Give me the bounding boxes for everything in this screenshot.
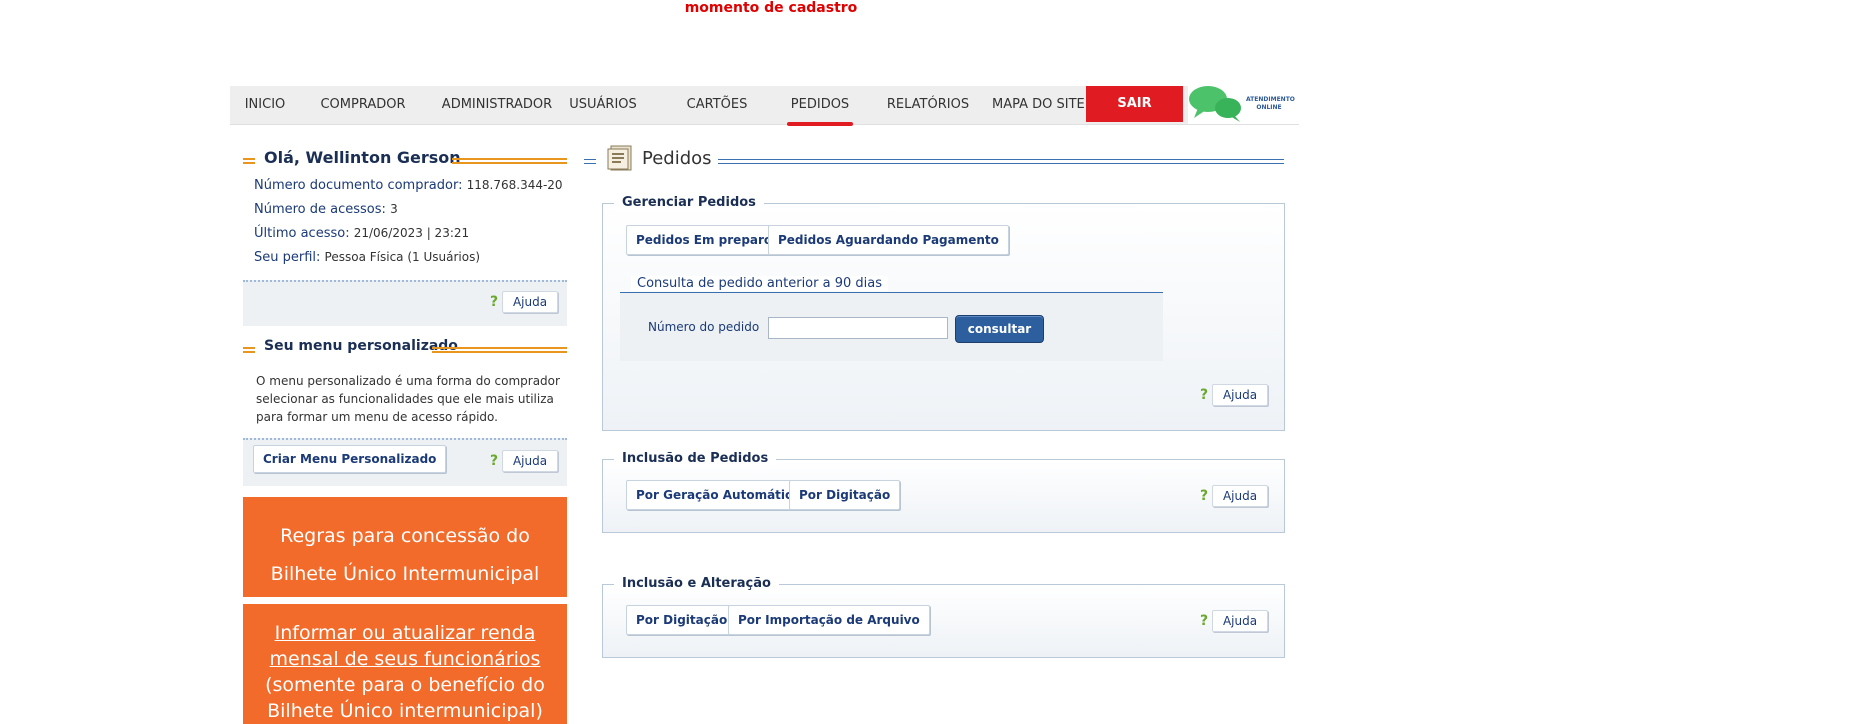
income-link-line2[interactable]: mensal de seus funcionários bbox=[243, 646, 567, 672]
manage-orders-legend: Gerenciar Pedidos bbox=[614, 195, 764, 210]
help-icon: ? bbox=[1200, 488, 1209, 504]
heading-decor bbox=[432, 347, 567, 353]
access-count-label: Número de acessos: bbox=[254, 202, 386, 217]
order-number-input[interactable] bbox=[768, 317, 948, 339]
typing-inclusion-button[interactable]: Por Digitação bbox=[789, 480, 901, 510]
heading-decor bbox=[243, 347, 255, 353]
logout-button[interactable]: SAIR bbox=[1086, 86, 1183, 122]
last-access-label: Último acesso: bbox=[254, 226, 350, 241]
nav-usuarios[interactable]: USUÁRIOS bbox=[563, 86, 643, 124]
nav-relatorios[interactable]: RELATÓRIOS bbox=[886, 86, 970, 124]
profile-label: Seu perfil: bbox=[254, 250, 321, 265]
access-count-value: 3 bbox=[390, 202, 398, 216]
income-note-line1: (somente para o benefício do bbox=[265, 674, 545, 696]
page-title: Pedidos bbox=[642, 148, 712, 169]
income-banner: Informar ou atualizar renda mensal de se… bbox=[243, 604, 567, 724]
rules-banner[interactable]: Regras para concessão do Bilhete Único I… bbox=[243, 497, 567, 597]
last-access-row: Último acesso: 21/06/2023 | 23:21 bbox=[254, 226, 469, 241]
doc-number-label: Número documento comprador: bbox=[254, 178, 463, 193]
nav-administrador[interactable]: ADMINISTRADOR bbox=[439, 86, 555, 124]
chat-bubbles-icon bbox=[1189, 86, 1241, 122]
file-import-button[interactable]: Por Importação de Arquivo bbox=[728, 605, 930, 635]
order-lookup-rule bbox=[620, 292, 1163, 293]
heading-decor bbox=[243, 158, 255, 164]
order-lookup-legend: Consulta de pedido anterior a 90 dias bbox=[631, 276, 888, 291]
heading-decor bbox=[718, 159, 1284, 164]
orders-icon bbox=[606, 143, 636, 175]
help-icon: ? bbox=[490, 453, 499, 469]
help-label: Ajuda bbox=[1212, 384, 1268, 406]
income-note-line2: Bilhete Único intermunicipal) bbox=[267, 700, 543, 722]
nav-pedidos[interactable]: PEDIDOS bbox=[785, 86, 855, 126]
online-support-label: ATENDIMENTO ONLINE bbox=[1246, 96, 1295, 111]
order-number-label: Número do pedido bbox=[648, 320, 760, 334]
rules-banner-line2: Bilhete Único Intermunicipal bbox=[270, 563, 540, 585]
online-support-button[interactable]: ATENDIMENTO ONLINE bbox=[1188, 84, 1299, 124]
nav-comprador[interactable]: COMPRADOR bbox=[317, 86, 409, 124]
doc-number-row: Número documento comprador: 118.768.344-… bbox=[254, 178, 563, 193]
orders-in-preparation-button[interactable]: Pedidos Em preparo bbox=[626, 225, 783, 255]
typing-alteration-button[interactable]: Por Digitação bbox=[626, 605, 738, 635]
help-icon: ? bbox=[1200, 387, 1209, 403]
income-link-line1[interactable]: Informar ou atualizar renda bbox=[243, 620, 567, 646]
custom-menu-title: Seu menu personalizado bbox=[264, 338, 458, 354]
access-count-row: Número de acessos: 3 bbox=[254, 202, 398, 217]
help-label: Ajuda bbox=[1212, 485, 1268, 507]
profile-value: Pessoa Física (1 Usuários) bbox=[324, 250, 481, 264]
heading-decor bbox=[452, 158, 567, 164]
inclusion-alteration-legend: Inclusão e Alteração bbox=[614, 576, 779, 591]
create-custom-menu-button[interactable]: Criar Menu Personalizado bbox=[253, 445, 447, 473]
user-greeting: Olá, Wellinton Gerson bbox=[264, 148, 461, 167]
orders-awaiting-payment-button[interactable]: Pedidos Aguardando Pagamento bbox=[768, 225, 1009, 255]
doc-number-value: 118.768.344-20 bbox=[466, 178, 563, 192]
help-icon: ? bbox=[490, 294, 499, 310]
main-nav: INICIO COMPRADOR ADMINISTRADOR USUÁRIOS … bbox=[230, 84, 1299, 126]
help-label: Ajuda bbox=[502, 291, 558, 313]
header-message: momento de cadastro bbox=[684, 0, 858, 16]
help-icon: ? bbox=[1200, 613, 1209, 629]
order-inclusion-legend: Inclusão de Pedidos bbox=[614, 451, 777, 466]
profile-row: Seu perfil: Pessoa Física (1 Usuários) bbox=[254, 250, 480, 265]
help-label: Ajuda bbox=[1212, 610, 1268, 632]
heading-decor bbox=[584, 159, 596, 164]
custom-menu-description: O menu personalizado é uma forma do comp… bbox=[256, 374, 560, 424]
nav-inicio[interactable]: INICIO bbox=[242, 86, 288, 124]
consult-button[interactable]: consultar bbox=[955, 315, 1044, 343]
rules-banner-line1: Regras para concessão do bbox=[280, 525, 530, 547]
auto-generation-button[interactable]: Por Geração Automática bbox=[626, 480, 811, 510]
nav-cartoes[interactable]: CARTÕES bbox=[678, 86, 756, 124]
nav-mapa-do-site[interactable]: MAPA DO SITE bbox=[992, 86, 1085, 124]
help-label: Ajuda bbox=[502, 450, 558, 472]
last-access-value: 21/06/2023 | 23:21 bbox=[353, 226, 470, 240]
